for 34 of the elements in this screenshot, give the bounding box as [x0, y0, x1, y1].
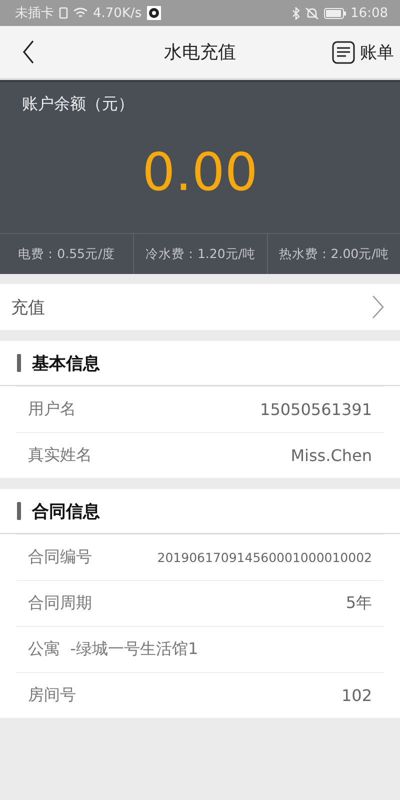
- back-icon: [22, 40, 35, 64]
- wifi-icon: [73, 7, 88, 19]
- balance-amount: 0.00: [142, 143, 258, 205]
- rate-text: 热水费：2.00元/吨: [278, 246, 389, 262]
- field-value: 15050561391: [260, 400, 372, 419]
- field-label: 合同编号: [28, 547, 92, 568]
- field-label: 公寓 -绿城一号生活馆1: [28, 639, 198, 660]
- bill-button[interactable]: 账单: [332, 40, 394, 64]
- clock-time: 16:08: [350, 6, 388, 20]
- field-value: Miss.Chen: [290, 446, 372, 465]
- chevron-right-icon: [372, 295, 384, 319]
- field-value: 5年: [346, 593, 372, 614]
- field-label: 用户名: [28, 399, 76, 420]
- field-label: 合同周期: [28, 593, 92, 614]
- rate-text: 冷水费：1.20元/吨: [145, 246, 256, 262]
- mute-bell-icon: [304, 6, 319, 20]
- field-value: 102: [341, 686, 372, 705]
- balance-label: 账户余额（元）: [21, 93, 134, 115]
- field-label: 真实姓名: [28, 445, 92, 466]
- app-notification-icon: [146, 6, 161, 20]
- carrier-text: 未插卡: [15, 5, 54, 22]
- section-title: 合同信息: [32, 500, 100, 522]
- network-speed: 4.70K/s: [93, 6, 142, 20]
- sim-icon: [59, 7, 68, 19]
- field-value: 201906170914560001000010002: [157, 550, 372, 565]
- bluetooth-icon: [292, 6, 300, 20]
- rate-text: 电费：0.55元/度: [18, 246, 116, 262]
- page-title: 水电充值: [164, 41, 236, 64]
- list-icon: [332, 40, 355, 64]
- back-button[interactable]: [22, 40, 35, 64]
- recharge-row[interactable]: 充值: [0, 284, 400, 330]
- section-title: 基本信息: [32, 352, 100, 374]
- battery-icon: [324, 8, 346, 18]
- field-label: 房间号: [28, 685, 76, 706]
